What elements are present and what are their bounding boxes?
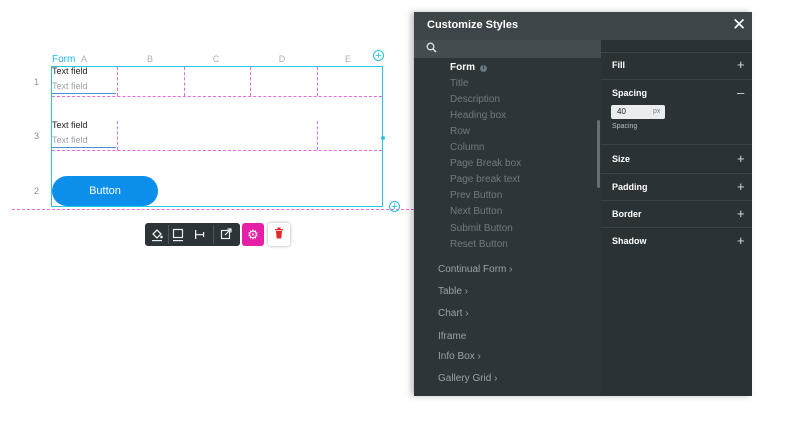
settings-button[interactable]: ⚙ — [242, 223, 264, 246]
category-continual-form[interactable]: Continual Form › — [438, 264, 512, 275]
divider — [601, 173, 752, 174]
category-iframe[interactable]: Iframe — [438, 331, 466, 342]
property-fill-label[interactable]: Fill — [612, 60, 625, 70]
chevron-right-icon: › — [474, 351, 481, 362]
column-header-a: A — [80, 54, 87, 64]
category-table[interactable]: Table › — [438, 286, 468, 297]
align-left-icon[interactable] — [192, 227, 208, 243]
search-input[interactable] — [414, 40, 601, 58]
tree-item-column[interactable]: Column — [450, 142, 484, 153]
tree-item-description[interactable]: Description — [450, 94, 500, 105]
divider — [601, 144, 752, 145]
row-header-1: 1 — [34, 77, 40, 87]
row-header-2: 2 — [34, 186, 40, 196]
property-border-label[interactable]: Border — [612, 209, 642, 219]
tree-item-row[interactable]: Row — [450, 126, 470, 137]
add-column-icon[interactable]: + — [373, 50, 384, 62]
column-divider — [184, 67, 185, 96]
column-header-b: B — [146, 54, 153, 64]
panel-header: Customize Styles ✕ — [414, 12, 752, 40]
element-toolbar — [145, 223, 240, 246]
border-icon[interactable] — [170, 227, 186, 243]
text-field-input[interactable]: Text field — [52, 133, 116, 148]
spacing-sublabel: Spacing — [612, 123, 638, 130]
property-shadow-label[interactable]: Shadow — [612, 236, 647, 246]
info-icon: i — [480, 65, 487, 72]
resize-handle[interactable] — [381, 136, 385, 140]
tree-item-page-break-text[interactable]: Page break text — [450, 174, 520, 185]
expand-shadow-icon[interactable]: + — [737, 234, 745, 247]
list-scrollbar[interactable] — [597, 120, 600, 188]
expand-fill-icon[interactable]: + — [737, 58, 745, 71]
column-divider — [117, 67, 118, 96]
fill-icon[interactable] — [149, 227, 165, 243]
chevron-right-icon: › — [462, 308, 469, 319]
row-header-3: 3 — [34, 131, 40, 141]
gear-icon: ⚙ — [247, 227, 259, 242]
customize-styles-panel: Customize Styles ✕ Form i Title Descripti… — [414, 12, 752, 396]
external-link-icon[interactable] — [218, 227, 234, 243]
expand-border-icon[interactable]: + — [737, 207, 745, 220]
tree-item-prev-button[interactable]: Prev Button — [450, 190, 502, 201]
style-properties: Fill + Spacing – 40 px Spacing Size + Pa… — [601, 40, 752, 396]
toolbar-separator — [168, 225, 169, 244]
divider — [601, 79, 752, 80]
collapse-spacing-icon[interactable]: – — [737, 86, 744, 99]
property-size-label[interactable]: Size — [612, 154, 630, 164]
divider — [601, 52, 752, 53]
tree-item-title[interactable]: Title — [450, 78, 469, 89]
tree-item-heading-box[interactable]: Heading box — [450, 110, 506, 121]
drop-guide-line — [12, 209, 414, 210]
tree-item-submit-button[interactable]: Submit Button — [450, 223, 513, 234]
tree-item-reset-button[interactable]: Reset Button — [450, 239, 508, 250]
property-padding-label[interactable]: Padding — [612, 182, 648, 192]
column-header-e: E — [344, 54, 351, 64]
property-spacing-label[interactable]: Spacing — [612, 88, 647, 98]
category-chart[interactable]: Chart › — [438, 308, 469, 319]
text-field-label: Text field — [52, 120, 88, 130]
column-divider — [317, 67, 318, 96]
tree-item-next-button[interactable]: Next Button — [450, 206, 502, 217]
tree-item-page-break-box[interactable]: Page Break box — [450, 158, 521, 169]
chevron-right-icon: › — [506, 264, 513, 275]
toolbar-separator — [213, 225, 214, 244]
panel-title: Customize Styles — [427, 19, 519, 31]
expand-padding-icon[interactable]: + — [737, 180, 745, 193]
text-field-input[interactable]: Text field — [52, 79, 116, 94]
tree-item-form[interactable]: Form i — [450, 62, 487, 73]
expand-size-icon[interactable]: + — [737, 152, 745, 165]
column-divider — [317, 121, 318, 150]
divider — [601, 227, 752, 228]
divider — [601, 200, 752, 201]
search-icon — [426, 42, 437, 56]
spacing-unit: px — [653, 108, 661, 115]
close-icon[interactable]: ✕ — [732, 15, 746, 35]
column-divider — [250, 67, 251, 96]
chevron-right-icon: › — [461, 286, 469, 297]
form-button[interactable]: Button — [52, 176, 158, 206]
column-header-d: D — [278, 54, 286, 64]
column-header-c: C — [212, 54, 220, 64]
chevron-right-icon: › — [491, 373, 498, 384]
row-divider — [52, 96, 382, 97]
text-field-label: Text field — [52, 66, 88, 76]
form-tag[interactable]: Form — [52, 54, 75, 65]
trash-icon — [274, 227, 284, 241]
column-divider — [117, 121, 118, 150]
category-gallery-grid[interactable]: Gallery Grid › — [438, 373, 497, 384]
add-row-icon[interactable]: + — [389, 201, 400, 213]
category-info-box[interactable]: Info Box › — [438, 351, 481, 362]
delete-button[interactable] — [268, 223, 290, 246]
row-divider — [52, 150, 382, 151]
